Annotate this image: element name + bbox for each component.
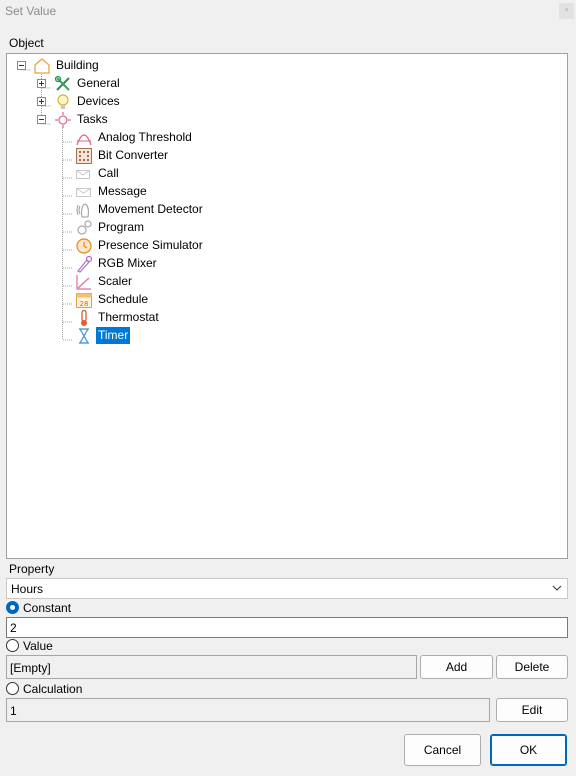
tree-node-label: Bit Converter [98, 148, 169, 162]
tree-node-label: RGB Mixer [98, 256, 157, 270]
presence-simulator-icon [76, 238, 92, 254]
constant-radio[interactable] [6, 601, 19, 614]
tree-node-label: Call [98, 166, 119, 180]
tree-node-label: Schedule [98, 292, 149, 306]
analog-threshold-icon [76, 134, 92, 146]
tree-node-label: General [77, 76, 120, 90]
tree-node-label: Thermostat [98, 310, 159, 324]
expand-devices-button[interactable] [37, 97, 46, 106]
timer-icon [79, 328, 89, 344]
thermostat-icon [81, 309, 87, 326]
calculation-field: 1 [6, 698, 490, 722]
tree-node-label: Tasks [77, 112, 108, 126]
calculation-label: Calculation [23, 682, 83, 696]
constant-input[interactable]: 2 [6, 617, 568, 638]
tree-node-label: Devices [77, 94, 120, 108]
bit-converter-icon [76, 148, 92, 164]
tree-node-label: Presence Simulator [98, 238, 203, 252]
tree-node-label: Program [98, 220, 145, 234]
constant-label: Constant [23, 601, 72, 615]
tree-node-label: Building [56, 58, 99, 72]
tree-node-label: Analog Threshold [98, 130, 192, 144]
lightbulb-icon [57, 94, 69, 109]
calculation-field-text: 1 [10, 704, 17, 718]
program-icon [77, 220, 92, 235]
house-icon [34, 58, 50, 74]
property-select[interactable]: Hours [6, 578, 568, 599]
cancel-button[interactable]: Cancel [404, 734, 481, 766]
tools-icon [54, 75, 70, 91]
delete-button[interactable]: Delete [496, 655, 568, 679]
edit-button-label: Edit [521, 703, 543, 717]
chevron-down-icon [552, 585, 562, 591]
property-label: Property [9, 562, 55, 576]
cancel-button-label: Cancel [423, 743, 462, 757]
close-button[interactable]: ▫ [559, 3, 574, 19]
add-button[interactable]: Add [420, 655, 493, 679]
ok-button-label: OK [519, 743, 538, 757]
title-bar: Set Value ▫ [0, 0, 576, 24]
rgb-mixer-icon [77, 255, 93, 273]
ok-button[interactable]: OK [490, 734, 567, 766]
tree-node-label: Message [98, 184, 147, 198]
tree-node-label: Timer [96, 327, 131, 344]
schedule-icon: 28 [76, 293, 92, 308]
value-field-text: [Empty] [10, 661, 51, 675]
tree-node-label: Movement Detector [98, 202, 203, 216]
value-field: [Empty] [6, 655, 417, 679]
calculation-radio[interactable] [6, 682, 19, 695]
edit-button[interactable]: Edit [496, 698, 568, 722]
constant-input-value: 2 [10, 621, 17, 635]
gear-icon [55, 112, 71, 128]
window-title: Set Value [5, 4, 57, 18]
message-icon [76, 188, 91, 197]
property-select-value: Hours [11, 582, 44, 596]
tree-node-label: Scaler [98, 274, 133, 288]
object-tree[interactable]: Building General Devices Tasks Analog Th… [6, 53, 568, 559]
value-label: Value [23, 639, 53, 653]
call-icon [76, 170, 90, 179]
collapse-building-button[interactable] [17, 61, 26, 70]
add-button-label: Add [445, 660, 468, 674]
delete-button-label: Delete [514, 660, 550, 674]
close-icon: ▫ [564, 5, 569, 16]
scaler-icon [76, 275, 91, 290]
value-radio[interactable] [6, 639, 19, 652]
movement-detector-icon [76, 203, 89, 218]
svg-text:28: 28 [80, 300, 89, 308]
collapse-tasks-button[interactable] [37, 115, 46, 124]
object-label: Object [9, 36, 44, 50]
expand-general-button[interactable] [37, 79, 46, 88]
